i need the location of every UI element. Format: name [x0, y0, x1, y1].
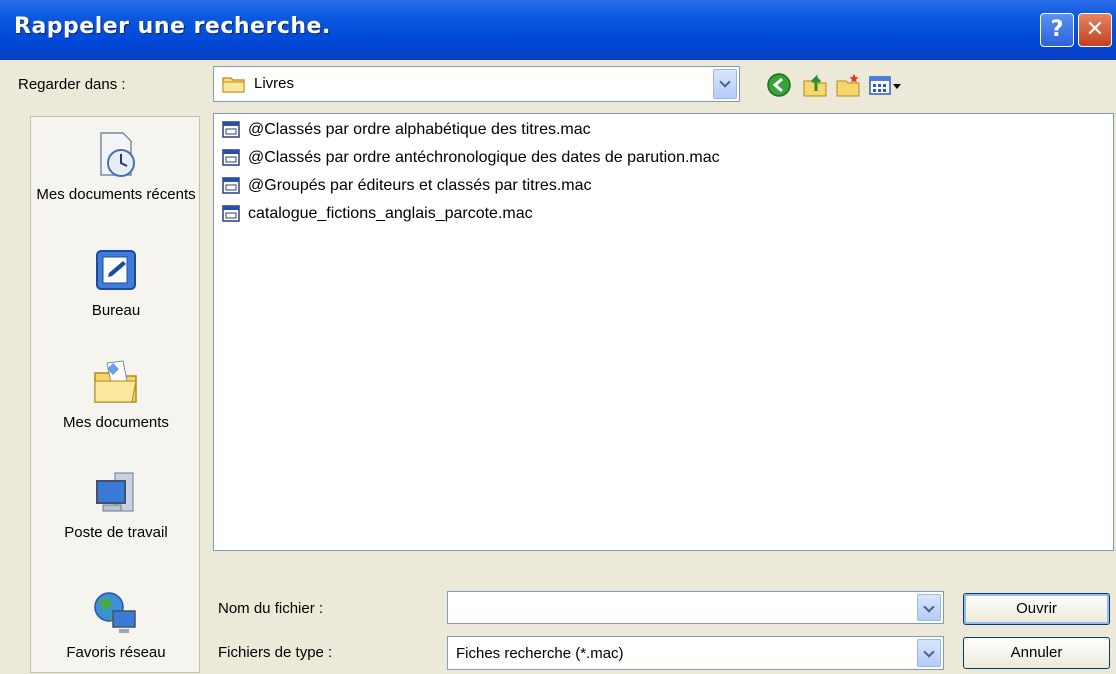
my-documents-icon: [94, 360, 137, 403]
place-label: Mes documents: [63, 414, 169, 431]
filetype-select[interactable]: Fiches recherche (*.mac): [447, 636, 944, 670]
filetype-value: Fiches recherche (*.mac): [456, 645, 624, 662]
file-name: @Classés par ordre antéchronologique des…: [248, 149, 720, 166]
cancel-button[interactable]: Annuler: [963, 637, 1110, 669]
folder-icon: [222, 77, 245, 93]
desktop-icon: [96, 250, 136, 290]
open-button[interactable]: Ouvrir: [963, 593, 1110, 625]
place-desktop[interactable]: Bureau: [31, 245, 201, 320]
mac-file-icon: [222, 205, 240, 222]
place-recent-documents[interactable]: Mes documents récents: [31, 129, 201, 204]
file-name: catalogue_fictions_anglais_parcote.mac: [248, 205, 533, 222]
back-icon[interactable]: [766, 72, 792, 98]
up-folder-icon[interactable]: [802, 72, 828, 98]
recent-documents-icon: [100, 132, 135, 177]
file-name: @Classés par ordre alphabétique des titr…: [248, 121, 591, 138]
mac-file-icon: [222, 121, 240, 138]
chevron-down-icon[interactable]: [713, 69, 737, 99]
place-my-documents[interactable]: Mes documents: [31, 357, 201, 432]
close-button[interactable]: ✕: [1078, 13, 1112, 47]
filetype-label: Fichiers de type :: [218, 644, 333, 661]
file-name: @Groupés par éditeurs et classés par tit…: [248, 177, 592, 194]
filename-input[interactable]: [447, 591, 944, 624]
place-label: Bureau: [91, 302, 141, 319]
mac-file-icon: [222, 149, 240, 166]
place-network[interactable]: Favoris réseau: [31, 587, 201, 662]
view-menu-icon[interactable]: [868, 72, 904, 98]
chevron-down-icon[interactable]: [917, 639, 941, 667]
look-in-value: Livres: [254, 75, 295, 92]
new-folder-icon[interactable]: [835, 72, 861, 98]
place-label: Poste de travail: [64, 524, 168, 541]
file-list[interactable]: @Classés par ordre alphabétique des titr…: [213, 113, 1114, 551]
place-my-computer[interactable]: Poste de travail: [31, 467, 201, 542]
title-bar: Rappeler une recherche. ? ✕: [0, 0, 1116, 60]
look-in-label: Regarder dans :: [18, 76, 126, 93]
filename-label: Nom du fichier :: [218, 600, 324, 617]
place-label: Mes documents récents: [36, 186, 196, 203]
look-in-combo[interactable]: Livres: [213, 66, 740, 102]
help-button[interactable]: ?: [1040, 13, 1074, 47]
chevron-down-icon[interactable]: [917, 594, 941, 621]
place-label: Favoris réseau: [66, 644, 166, 661]
window-title: Rappeler une recherche.: [14, 14, 331, 39]
network-places-icon: [94, 592, 136, 633]
places-bar: Mes documents récents Bureau Mes documen…: [30, 116, 200, 673]
my-computer-icon: [96, 472, 134, 512]
mac-file-icon: [222, 177, 240, 194]
